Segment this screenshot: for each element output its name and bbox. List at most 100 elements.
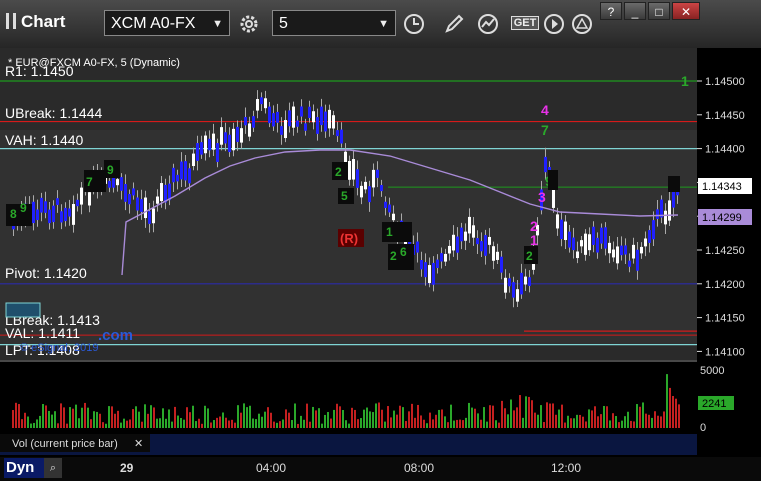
candle-body: [212, 133, 215, 150]
volume-bar: [108, 406, 110, 428]
volume-bar: [135, 406, 137, 428]
volume-bar: [240, 412, 242, 428]
volume-bar: [495, 420, 497, 428]
dyn-label[interactable]: Dyn: [4, 458, 44, 478]
lock-button[interactable]: ⌕: [44, 458, 62, 478]
candle-body: [80, 187, 83, 205]
close-button[interactable]: ✕: [672, 2, 700, 20]
volume-bar: [114, 413, 116, 428]
maximize-button[interactable]: □: [648, 2, 670, 20]
candle-body: [36, 209, 39, 221]
candle-body: [644, 238, 647, 247]
volume-bar: [405, 421, 407, 428]
volume-bar: [606, 406, 608, 428]
volume-bar: [186, 407, 188, 428]
volume-bar: [78, 418, 80, 428]
volume-bar: [171, 421, 173, 428]
play-button[interactable]: [540, 10, 568, 36]
volume-bar: [231, 419, 233, 428]
candle-body: [252, 116, 255, 128]
candle-body: [44, 201, 47, 213]
get-label: GET: [510, 16, 540, 30]
volume-bar: [84, 402, 86, 428]
volume-bar: [501, 400, 503, 428]
candle-body: [512, 282, 515, 298]
level-label: Pivot: 1.1420: [5, 265, 87, 281]
alert-button[interactable]: [568, 10, 596, 36]
chart-app-icon: [6, 13, 16, 29]
candle-body: [348, 160, 351, 180]
symbol-value: XCM A0-FX: [111, 15, 196, 32]
magnifier-icon: ⌕: [49, 462, 57, 474]
settings-button[interactable]: [235, 10, 263, 36]
draw-button[interactable]: [440, 10, 468, 36]
candle-body: [72, 204, 75, 225]
volume-bar: [504, 408, 506, 428]
help-button[interactable]: ?: [600, 2, 622, 20]
price-tick-label: 1.14250: [705, 245, 745, 257]
candle-body: [312, 111, 315, 123]
candle-body: [188, 168, 191, 184]
minimize-button[interactable]: _: [624, 2, 646, 20]
volume-bar: [447, 422, 449, 428]
candle-body: [616, 246, 619, 264]
volume-bar: [618, 422, 620, 428]
candle-body: [148, 211, 151, 224]
time-axis[interactable]: Dyn ⌕ 29 04:00 08:00 12:00: [0, 457, 761, 481]
volume-bar: [462, 420, 464, 428]
candle-body: [468, 216, 471, 234]
volume-bar: [243, 403, 245, 428]
volume-bar: [270, 412, 272, 428]
volume-bar: [183, 419, 185, 428]
candle-body: [128, 193, 131, 205]
volume-bar: [363, 409, 365, 428]
candle-body: [432, 262, 435, 285]
get-button[interactable]: GET: [508, 10, 542, 36]
candle-body: [236, 126, 239, 142]
volume-bar: [387, 406, 389, 428]
candle-body: [260, 97, 263, 105]
volume-bar: [672, 395, 674, 428]
volume-bar: [354, 409, 356, 428]
volume-bar: [174, 406, 176, 428]
volume-bar: [564, 422, 566, 428]
price-chart[interactable]: * EUR@FXCM A0-FX, 5 (Dynamic) R1: 1.1450…: [0, 48, 761, 457]
vwap-price-label: 1.14299: [702, 212, 742, 224]
price-tick-label: 1.14450: [705, 110, 745, 122]
volume-bar: [327, 411, 329, 428]
volume-bar: [330, 418, 332, 428]
volume-bar: [252, 418, 254, 428]
volume-bar: [381, 409, 383, 428]
candle-body: [464, 231, 467, 241]
candle-body: [588, 234, 591, 251]
study-button[interactable]: [474, 10, 502, 36]
volume-bar: [198, 418, 200, 428]
candle-body: [288, 110, 291, 127]
volume-bar: [510, 399, 512, 428]
volume-bar: [597, 416, 599, 428]
volume-bar: [417, 404, 419, 428]
volume-bar: [150, 405, 152, 428]
volume-bar: [429, 412, 431, 428]
volume-bar: [309, 421, 311, 428]
time-button[interactable]: [400, 10, 428, 36]
volume-bar: [222, 412, 224, 428]
candle-body: [500, 256, 503, 273]
candle-body: [292, 106, 295, 128]
candle-body: [392, 213, 395, 221]
price-tick-label: 1.14400: [705, 144, 745, 156]
symbol-selector[interactable]: XCM A0-FX ▼: [104, 10, 230, 36]
volume-bar: [441, 409, 443, 428]
candle-body: [388, 204, 391, 213]
volume-bar: [675, 398, 677, 428]
candle-body: [544, 156, 547, 173]
volume-bar: [288, 412, 290, 428]
volume-bar: [636, 404, 638, 428]
volume-bar: [657, 415, 659, 428]
candle-body: [132, 188, 135, 196]
interval-selector[interactable]: 5 ▼: [272, 10, 396, 36]
volume-bar: [468, 402, 470, 428]
volume-bar: [273, 421, 275, 428]
candle-body: [220, 127, 223, 145]
volume-bar: [54, 411, 56, 428]
